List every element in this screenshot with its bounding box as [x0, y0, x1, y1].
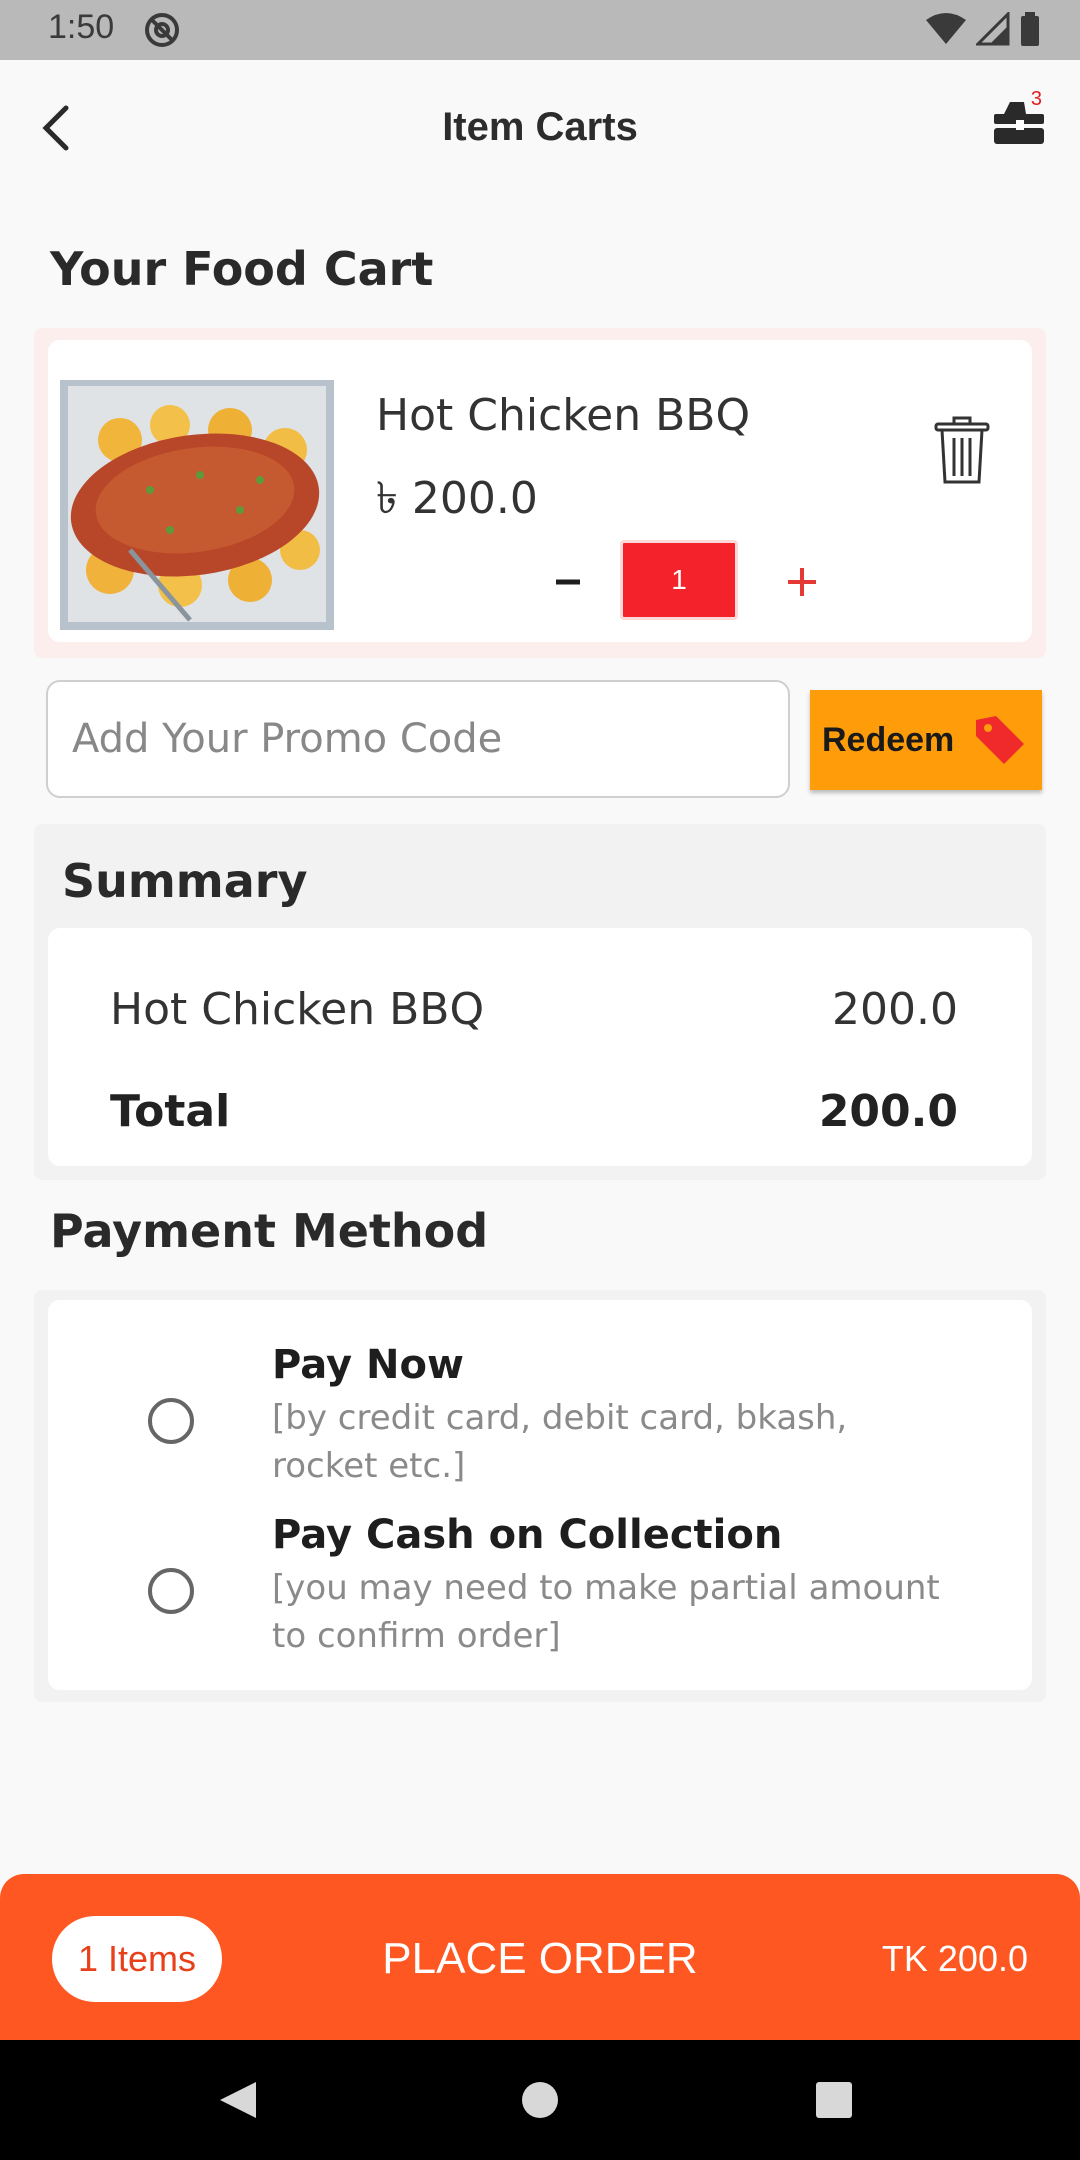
- summary-card: Hot Chicken BBQ 200.0 Total 200.0: [48, 928, 1032, 1166]
- battery-icon: [1021, 12, 1039, 46]
- pay-cash-title[interactable]: Pay Cash on Collection: [272, 1512, 782, 1558]
- order-total: TK 200.0: [881, 1938, 1028, 1979]
- status-icons: [926, 12, 1040, 46]
- status-time: 1:50: [48, 8, 115, 46]
- status-bar: 1:50: [0, 0, 1080, 60]
- cart-item-name: Hot Chicken BBQ: [376, 390, 751, 441]
- place-order-bar[interactable]: 1 Items PLACE ORDER TK 200.0: [0, 1874, 1080, 2040]
- total-label: Total: [110, 1086, 231, 1137]
- summary-section: Summary Hot Chicken BBQ 200.0 Total 200.…: [34, 824, 1046, 1180]
- payment-section: Pay Now [by credit card, debit card, bka…: [34, 1290, 1046, 1702]
- signal-icon: [976, 12, 1010, 46]
- summary-item-value: 200.0: [832, 984, 958, 1035]
- tag-icon: [976, 716, 1024, 764]
- app-bar: Item Carts 3: [0, 60, 1080, 200]
- pay-now-subtitle: [by credit card, debit card, bkash, rock…: [272, 1398, 848, 1486]
- cart-section-title: Your Food Cart: [50, 242, 434, 296]
- nav-back-icon[interactable]: [216, 2078, 260, 2122]
- redeem-label: Redeem: [822, 720, 955, 759]
- minus-icon[interactable]: [538, 552, 598, 612]
- payment-card: Pay Now [by credit card, debit card, bka…: [48, 1300, 1032, 1690]
- navigation-bar: [0, 2040, 1080, 2160]
- quantity-value[interactable]: 1: [620, 540, 738, 620]
- page-title: Item Carts: [442, 105, 638, 149]
- redeem-button[interactable]: Redeem: [810, 690, 1042, 790]
- summary-title: Summary: [62, 854, 308, 908]
- trash-icon[interactable]: [930, 416, 994, 488]
- at-sign-icon: [145, 13, 179, 47]
- promo-code-input[interactable]: [46, 680, 790, 798]
- cart-count-badge: 3: [1030, 88, 1042, 110]
- food-image: [60, 380, 334, 630]
- summary-item-name: Hot Chicken BBQ: [110, 984, 485, 1035]
- plus-icon[interactable]: [772, 552, 832, 612]
- cart-item: Hot Chicken BBQ ৳ 200.0 1: [48, 340, 1032, 642]
- pay-now-radio[interactable]: [148, 1398, 194, 1444]
- cart-item-price: ৳ 200.0: [376, 473, 538, 524]
- nav-recents-icon[interactable]: [814, 2080, 854, 2120]
- total-value: 200.0: [818, 1086, 958, 1137]
- wifi-icon: [926, 13, 966, 44]
- payment-section-title: Payment Method: [50, 1204, 489, 1258]
- pay-cash-subtitle: [you may need to make partial amount to …: [272, 1568, 940, 1656]
- cart-item-card: Hot Chicken BBQ ৳ 200.0 1: [34, 328, 1046, 658]
- nav-home-icon[interactable]: [518, 2078, 562, 2122]
- pay-now-title[interactable]: Pay Now: [272, 1342, 464, 1388]
- pay-cash-radio[interactable]: [148, 1568, 194, 1614]
